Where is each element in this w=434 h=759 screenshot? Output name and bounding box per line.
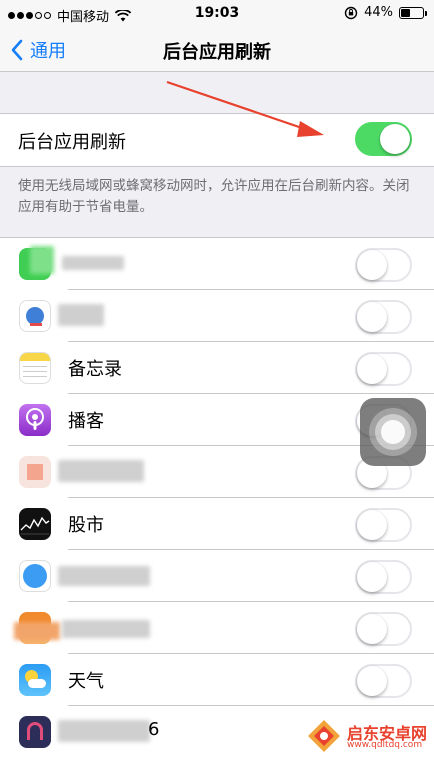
list-item [0, 290, 434, 342]
app-refresh-switch[interactable] [355, 612, 412, 646]
list-item: 天气 [0, 654, 434, 706]
section-footer-note: 使用无线局域网或蜂窝移动网时，允许应用在后台刷新内容。关闭应用有助于节省电量。 [18, 178, 410, 215]
app-label: 备忘录 [68, 359, 122, 380]
watermark-logo [308, 720, 340, 752]
weather-icon [19, 664, 51, 696]
obscured-region [30, 246, 54, 274]
app-refresh-switch[interactable] [355, 300, 412, 334]
list-item [0, 602, 434, 654]
obscured-label [58, 720, 150, 742]
status-bar: 中国移动 19:03 44% [0, 0, 434, 28]
battery-percentage: 44% [364, 5, 393, 20]
app-refresh-switch[interactable] [355, 352, 412, 386]
background-refresh-switch[interactable] [355, 122, 412, 156]
app-refresh-switch[interactable] [355, 560, 412, 594]
obscured-region [14, 622, 60, 640]
obscured-label [62, 620, 150, 638]
battery-icon [399, 6, 427, 19]
list-item [0, 550, 434, 602]
obscured-label [62, 256, 124, 270]
background-refresh-label: 后台应用刷新 [18, 132, 126, 153]
app-label: 天气 [68, 671, 104, 692]
status-bar-right: 44% [344, 5, 427, 20]
app-list: 备忘录 播客 股市 天气 6 [0, 237, 434, 759]
background-refresh-row: 后台应用刷新 [0, 113, 434, 167]
obscured-label [58, 460, 144, 482]
app-refresh-switch[interactable] [355, 508, 412, 542]
blue-circle-app-icon [19, 560, 51, 592]
obscured-label [58, 304, 104, 326]
podcasts-icon [19, 404, 51, 436]
stocks-icon [19, 508, 51, 540]
switch-knob [380, 124, 410, 154]
watermark-url: www.qdltdq.com [347, 740, 423, 750]
app-label: 股市 [68, 515, 104, 536]
list-item [0, 238, 434, 290]
pink-app-icon [19, 456, 51, 488]
app-refresh-switch[interactable] [355, 248, 412, 282]
list-item: 股市 [0, 498, 434, 550]
obscured-label [58, 566, 150, 586]
orientation-lock-icon [344, 6, 358, 19]
list-item: 备忘录 [0, 342, 434, 394]
purple-app-icon [19, 716, 51, 748]
site-watermark: 启东安卓网 www.qdltdq.com [305, 716, 430, 756]
navigation-bar: 通用 后台应用刷新 [0, 28, 434, 72]
app-refresh-switch[interactable] [355, 664, 412, 698]
app-label: 播客 [68, 411, 104, 432]
assistive-touch-button[interactable] [360, 398, 426, 466]
app-label: 6 [148, 719, 160, 740]
blue-app-icon [19, 300, 51, 332]
page-title: 后台应用刷新 [163, 42, 271, 63]
notes-icon [19, 352, 51, 384]
